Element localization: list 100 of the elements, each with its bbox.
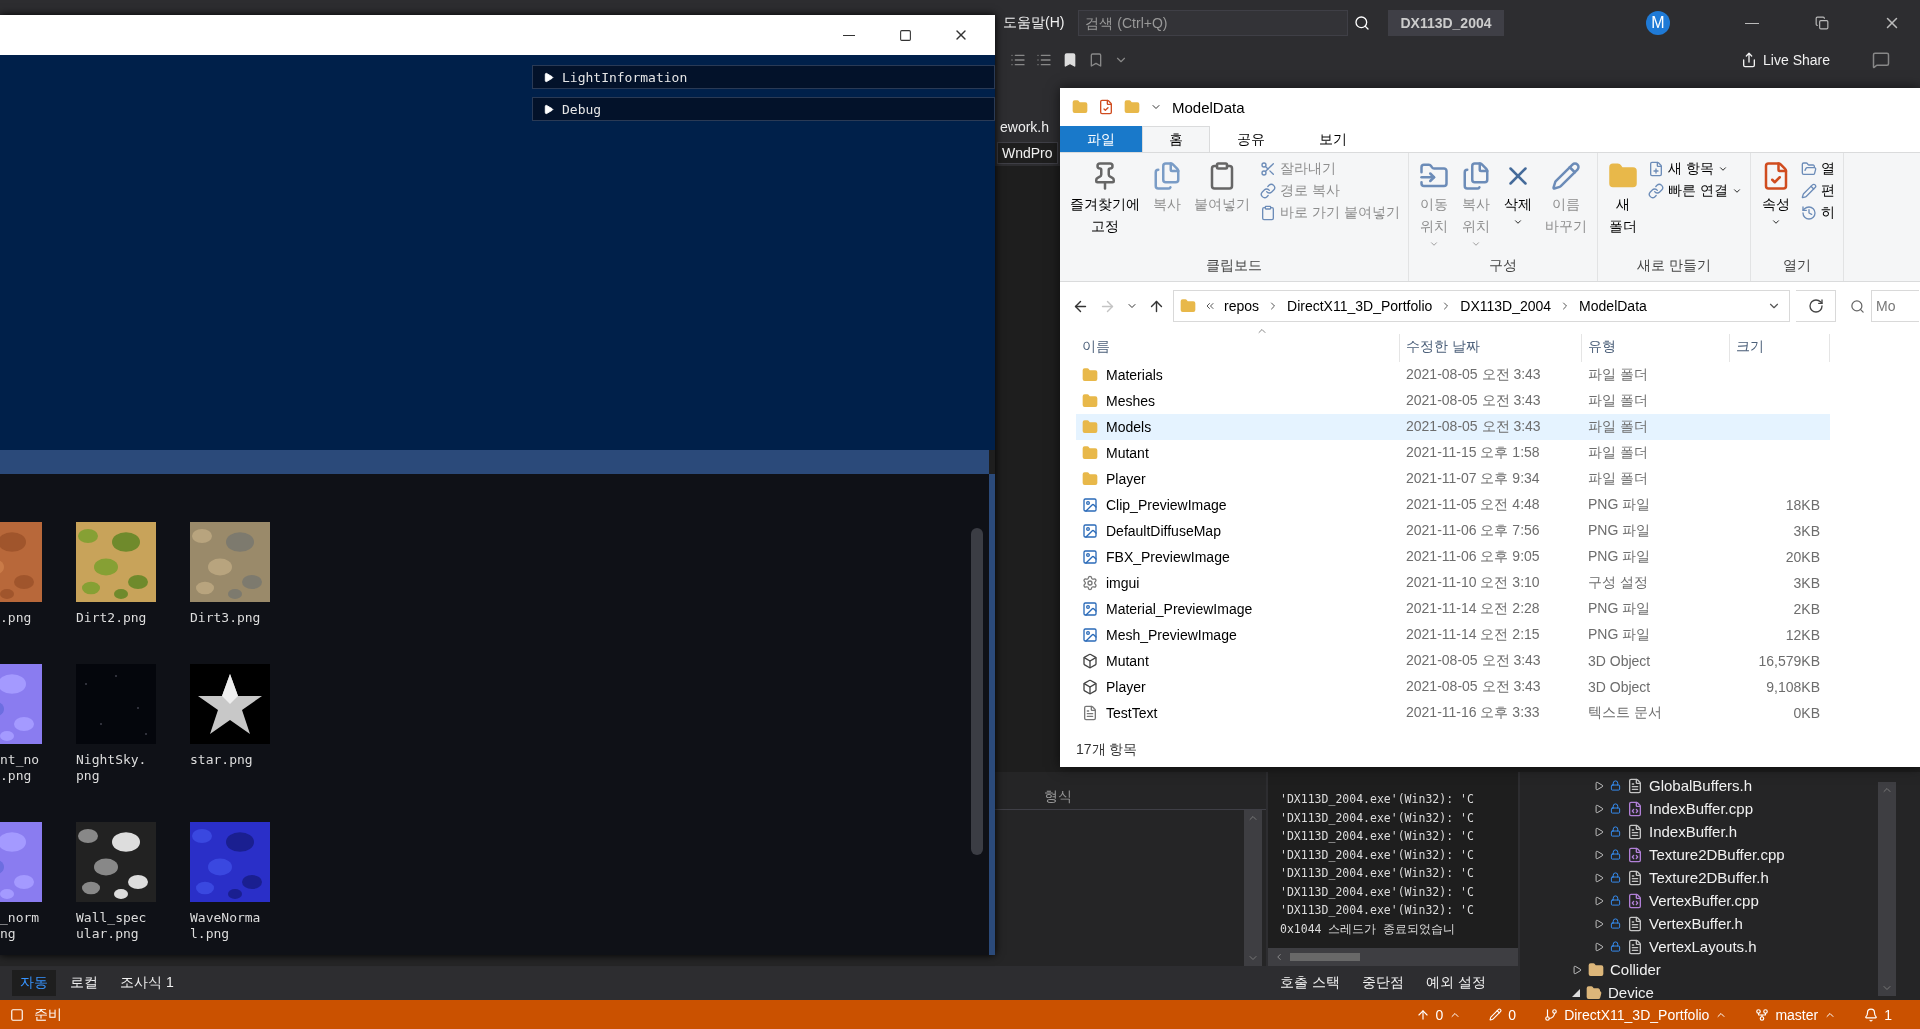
window-title: ModelData xyxy=(1172,98,1245,116)
column-header[interactable]: 수정한 날짜 xyxy=(1400,334,1582,362)
ribbon-button[interactable]: 열 xyxy=(1798,159,1837,179)
live-share-button[interactable]: Live Share xyxy=(1735,51,1836,69)
ribbon-button[interactable]: 즐겨찾기에 고정 xyxy=(1066,157,1144,253)
scrollbar[interactable] xyxy=(971,528,983,855)
file-row[interactable]: Clip_PreviewImage 2021-11-05 오전 4:48 PNG 파일 18KB xyxy=(1076,492,1830,518)
file-name: Player xyxy=(1106,679,1146,695)
account-avatar[interactable]: M xyxy=(1646,11,1670,35)
editor-tab[interactable]: ework.h xyxy=(992,116,1058,138)
list-icon[interactable] xyxy=(1010,52,1026,68)
column-header[interactable]: 크기 xyxy=(1730,334,1830,362)
image-icon xyxy=(1082,523,1098,539)
tree-item[interactable]: GlobalBuffers.h xyxy=(1649,777,1753,794)
file-name: DefaultDiffuseMap xyxy=(1106,523,1221,539)
tree-item[interactable]: IndexBuffer.cpp xyxy=(1649,800,1753,817)
ribbon-button[interactable]: 새 폴더 xyxy=(1603,157,1642,253)
texture-name[interactable]: NightSky. png xyxy=(76,752,156,784)
breadcrumb-item[interactable]: DX113D_2004 xyxy=(1460,298,1552,314)
scrollbar[interactable] xyxy=(1244,810,1262,966)
feedback-icon[interactable] xyxy=(1872,51,1890,69)
file-row[interactable]: Mutant 2021-11-15 오후 1:58 파일 폴더 xyxy=(1076,440,1830,466)
pane-tab[interactable]: 호출 스택 xyxy=(1272,970,1348,996)
push-button[interactable]: 0 xyxy=(1415,1006,1462,1023)
texture-name[interactable]: Dirt3.png xyxy=(190,610,270,626)
collapsing-header[interactable]: Debug xyxy=(532,97,995,121)
ribbon-button[interactable]: 편 xyxy=(1798,181,1837,201)
file-row[interactable]: imgui 2021-11-10 오전 3:10 구성 설정 3KB xyxy=(1076,570,1830,596)
history-icon xyxy=(1800,205,1817,221)
menu-item[interactable]: 도움말(H) xyxy=(1003,14,1065,32)
date-cell-text: 2021-11-05 오전 4:48 xyxy=(1405,496,1541,514)
file-row[interactable]: Player 2021-08-05 오전 3:43 3D Object 9,108KB xyxy=(1076,674,1830,700)
size-cell-text: 3KB xyxy=(1792,575,1821,591)
scrollbar[interactable] xyxy=(1878,782,1896,996)
scope-dropdown[interactable]: WndPro xyxy=(997,142,1058,164)
changes-button[interactable]: 0 xyxy=(1489,1006,1517,1023)
file-icon xyxy=(1627,777,1643,794)
properties-icon[interactable] xyxy=(1098,99,1114,115)
file-row[interactable]: Models 2021-08-05 오전 3:43 파일 폴더 xyxy=(1076,414,1830,440)
tree-item[interactable]: Collider xyxy=(1610,961,1661,978)
file-row[interactable]: Player 2021-11-07 오후 9:34 파일 폴더 xyxy=(1076,466,1830,492)
folder-icon[interactable] xyxy=(1124,99,1140,115)
type-cell-text: PNG 파일 xyxy=(1587,548,1652,566)
folder-icon xyxy=(1082,393,1098,409)
file-row[interactable]: Material_PreviewImage 2021-11-14 오전 2:28 PNG 파일 2KB xyxy=(1076,596,1830,622)
ribbon-button[interactable]: 빠른 연결 xyxy=(1645,181,1744,201)
search-field[interactable]: 검색 (Ctrl+Q) xyxy=(1078,10,1349,36)
group-label: 열기 xyxy=(1781,256,1812,275)
list-icon[interactable] xyxy=(1036,52,1052,68)
pane-tab[interactable]: 자동 xyxy=(12,970,56,996)
breadcrumb-item[interactable]: DirectX11_3D_Portfolio xyxy=(1287,298,1433,314)
texture-name[interactable]: WaveNorma l.png xyxy=(190,910,270,942)
branch-button[interactable]: master xyxy=(1755,1006,1837,1023)
texture-name[interactable]: nt_no .png xyxy=(0,752,42,784)
file-row[interactable]: DefaultDiffuseMap 2021-11-06 오후 7:56 PNG 파일 3KB xyxy=(1076,518,1830,544)
collapsing-header[interactable]: LightInformation xyxy=(532,65,995,89)
file-row[interactable]: TestText 2021-11-16 오후 3:33 텍스트 문서 0KB xyxy=(1076,700,1830,726)
texture-name[interactable]: star.png xyxy=(190,752,270,768)
pane-tab[interactable]: 로컬 xyxy=(62,970,106,996)
pencil-icon xyxy=(1550,161,1581,191)
file-row[interactable]: Mesh_PreviewImage 2021-11-14 오전 2:15 PNG 파일 12KB xyxy=(1076,622,1830,648)
ribbon-tab[interactable]: 파일 xyxy=(1060,126,1142,152)
breadcrumb-item[interactable]: ModelData xyxy=(1579,298,1647,314)
column-header[interactable]: 유형 xyxy=(1582,334,1730,362)
texture-name[interactable]: .png xyxy=(0,610,42,626)
pane-tab[interactable]: 예외 설정 xyxy=(1417,970,1494,996)
texture-name[interactable]: Dirt2.png xyxy=(76,610,156,626)
texture-name[interactable]: _norm ng xyxy=(0,910,42,942)
ribbon-button[interactable]: 히 xyxy=(1798,203,1837,223)
refresh-button[interactable] xyxy=(1796,290,1836,322)
tree-item[interactable]: Texture2DBuffer.h xyxy=(1649,869,1769,886)
size-cell-text: 12KB xyxy=(1784,627,1821,643)
tree-item[interactable]: IndexBuffer.h xyxy=(1649,823,1738,840)
file-row[interactable]: FBX_PreviewImage 2021-11-06 오후 9:05 PNG 파일 20KB xyxy=(1076,544,1830,570)
tree-item[interactable]: Device xyxy=(1608,984,1654,1001)
file-icon xyxy=(1627,915,1643,932)
column-header[interactable]: 이름 xyxy=(1076,334,1400,362)
file-row[interactable]: Mutant 2021-08-05 오전 3:43 3D Object 16,579KB xyxy=(1076,648,1830,674)
pane-tab[interactable]: 중단점 xyxy=(1353,970,1412,996)
type-cell-text: 구성 설정 xyxy=(1587,574,1649,592)
scrollbar[interactable] xyxy=(1268,948,1518,966)
pane-tab[interactable]: 조사식 1 xyxy=(112,970,182,996)
texture-name[interactable]: Wall_spec ular.png xyxy=(76,910,156,942)
file-row[interactable]: Meshes 2021-08-05 오전 3:43 파일 폴더 xyxy=(1076,388,1830,414)
file-row[interactable]: Materials 2021-08-05 오전 3:43 파일 폴더 xyxy=(1076,362,1830,388)
tree-item[interactable]: VertexBuffer.cpp xyxy=(1649,892,1759,909)
file-plus-icon xyxy=(1647,161,1664,177)
ribbon-button[interactable]: 새 항목 xyxy=(1645,159,1744,179)
tree-item[interactable]: VertexLayouts.h xyxy=(1649,938,1757,955)
notifications-button[interactable]: 1 xyxy=(1864,1006,1892,1023)
ribbon-button[interactable]: 속성 xyxy=(1756,157,1795,253)
breadcrumb-item[interactable]: repos xyxy=(1224,298,1260,314)
repository-button[interactable]: DirectX11_3D_Portfolio xyxy=(1544,1006,1728,1023)
tree-item[interactable]: Texture2DBuffer.cpp xyxy=(1649,846,1785,863)
bookmark-icon[interactable] xyxy=(1062,52,1078,68)
ribbon-tab[interactable]: 홈 xyxy=(1142,126,1210,152)
tree-item[interactable]: VertexBuffer.h xyxy=(1649,915,1743,932)
address-bar[interactable]: repos DirectX11_3D_Portfolio DX113D_2004 ModelData xyxy=(1173,290,1790,322)
expanded-triangle-icon[interactable] xyxy=(1572,988,1580,997)
ribbon-button[interactable]: 삭제 xyxy=(1498,157,1537,253)
